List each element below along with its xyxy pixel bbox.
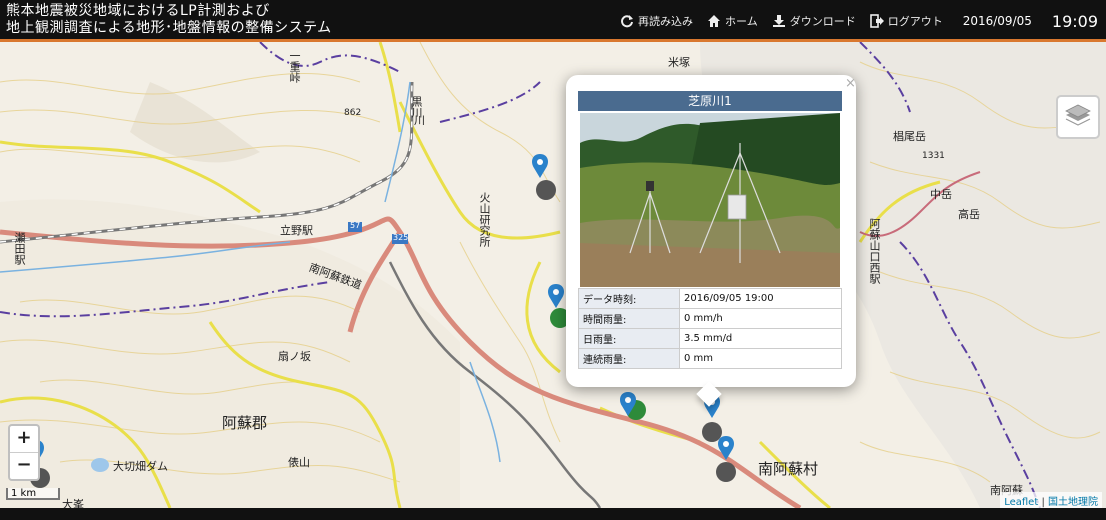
label-ichinoseki: 一重峠 [288,50,301,83]
observation-value: 3.5 mm/d [679,328,842,349]
attribution-separator: | [1041,497,1045,508]
zoom-out-button[interactable]: − [10,453,38,479]
station-marker[interactable] [714,434,746,482]
table-row: 日雨量: 3.5 mm/d [578,328,842,349]
logout-button[interactable]: ログアウト [869,13,943,29]
station-marker-selected[interactable] [618,390,650,438]
home-icon [708,15,721,27]
zoom-control: + − [8,424,40,481]
app-title-line1: 熊本地震被災地域におけるLP計測および [6,3,270,19]
station-marker[interactable] [530,152,562,200]
zoom-in-button[interactable]: + [10,426,38,453]
label-kuraoyama: 椙尾岳 [893,130,926,143]
label-hakenozaka: 扇ノ坂 [278,350,311,363]
app-header: 熊本地震被災地域におけるLP計測および 地上観測調査による地形･地盤情報の整備シ… [0,0,1106,42]
header-nav: 再読み込み ホーム ダウンロード ログアウト 2016/09/05 19:09 [620,0,1098,42]
leaflet-link[interactable]: Leaflet [1004,497,1038,508]
label-ookirihata-dam: 大切畑ダム [113,460,168,473]
table-row: 連続雨量: 0 mm [578,348,842,369]
observation-key: 連続雨量: [578,348,680,369]
map-base-layer [0,42,1106,508]
table-row: データ時刻: 2016/09/05 19:00 [578,288,842,309]
observation-key: データ時刻: [578,288,680,309]
label-minami-aso-village: 南阿蘇村 [758,460,819,478]
logout-label: ログアウト [887,15,943,28]
observation-table: データ時刻: 2016/09/05 19:00 時間雨量: 0 mm/h 日雨量… [578,288,842,369]
label-aso-gun: 阿蘇郡 [222,414,268,432]
label-elevation-862: 862 [344,108,362,118]
table-row: 時間雨量: 0 mm/h [578,308,842,329]
label-takadake: 高岳 [958,208,980,221]
map-view[interactable]: 立野駅 南阿蘇鉄道 阿蘇郡 大切畑ダム 南阿蘇村 火山研究所 一重峠 862 米… [0,42,1106,508]
label-nakadake: 中岳 [930,188,952,201]
download-button[interactable]: ダウンロード [772,13,856,29]
popup-station-name: 芝原川1 [578,91,842,111]
label-tateno-station: 立野駅 [280,224,313,237]
home-button[interactable]: ホーム [707,13,758,29]
app-title: 熊本地震被災地域におけるLP計測および 地上観測調査による地形･地盤情報の整備シ… [6,3,332,37]
gsi-link[interactable]: 国土地理院 [1048,497,1098,508]
current-date: 2016/09/05 [962,14,1032,28]
scale-bar: 1 km [6,488,60,500]
label-kazan-kenkyusho: 火山研究所 [478,192,491,247]
logout-icon [869,14,884,28]
layers-icon [1065,104,1091,126]
label-yonezuka: 米塚 [668,56,690,69]
download-icon [772,15,785,27]
home-label: ホーム [725,15,758,28]
footer-strip [0,508,1106,520]
reload-icon [621,15,634,28]
label-elevation-1331: 1331 [922,151,945,161]
observation-value: 0 mm/h [679,308,842,329]
label-setagawa-station: 瀬田駅 [13,232,26,265]
reload-button[interactable]: 再読み込み [620,13,693,29]
layers-control-button[interactable] [1056,95,1100,139]
app-title-line2: 地上観測調査による地形･地盤情報の整備システム [6,20,332,36]
label-ootou: 大峯 [62,498,84,508]
station-photo [580,113,840,287]
current-time: 19:09 [1051,11,1098,31]
observation-key: 時間雨量: [578,308,680,329]
label-tawarayama: 俵山 [288,456,310,469]
observation-value: 2016/09/05 19:00 [679,288,842,309]
label-route-57: 57 [350,221,361,230]
map-attribution: Leaflet | 国土地理院 [1000,492,1102,509]
reload-label: 再読み込み [638,15,694,28]
observation-key: 日雨量: [578,328,680,349]
label-asonishi-station: 阿蘇山口西駅 [868,218,881,284]
popup-close-button[interactable]: × [845,76,856,91]
download-label: ダウンロード [789,15,856,28]
label-route-325: 325 [393,233,409,242]
observation-value: 0 mm [679,348,842,369]
label-kumogawa: 川 [414,114,425,127]
